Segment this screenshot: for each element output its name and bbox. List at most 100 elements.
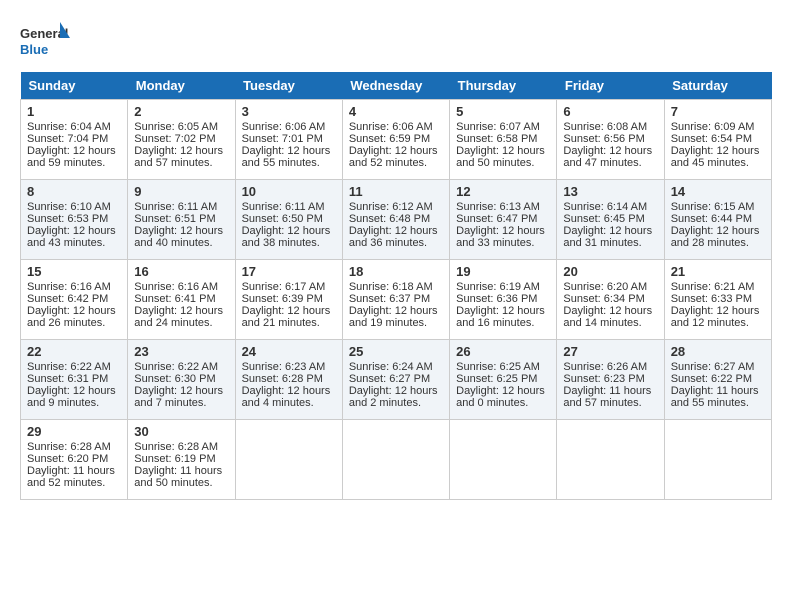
day-number: 1 (27, 104, 121, 119)
daylight-label: Daylight: 12 hours and 38 minutes. (242, 225, 331, 249)
sunset-label: Sunset: 6:59 PM (349, 133, 430, 145)
calendar-cell: 18 Sunrise: 6:18 AM Sunset: 6:37 PM Dayl… (342, 260, 449, 340)
sunset-label: Sunset: 7:04 PM (27, 133, 108, 145)
sunset-label: Sunset: 6:48 PM (349, 213, 430, 225)
day-number: 11 (349, 184, 443, 199)
calendar-cell: 20 Sunrise: 6:20 AM Sunset: 6:34 PM Dayl… (557, 260, 664, 340)
calendar-cell: 26 Sunrise: 6:25 AM Sunset: 6:25 PM Dayl… (450, 340, 557, 420)
sunrise-label: Sunrise: 6:27 AM (671, 361, 755, 373)
calendar-week-5: 29 Sunrise: 6:28 AM Sunset: 6:20 PM Dayl… (21, 420, 772, 500)
calendar-cell: 12 Sunrise: 6:13 AM Sunset: 6:47 PM Dayl… (450, 180, 557, 260)
calendar-week-3: 15 Sunrise: 6:16 AM Sunset: 6:42 PM Dayl… (21, 260, 772, 340)
daylight-label: Daylight: 12 hours and 7 minutes. (134, 385, 223, 409)
page-header: General Blue (20, 20, 772, 62)
calendar-cell (557, 420, 664, 500)
sunset-label: Sunset: 6:20 PM (27, 453, 108, 465)
sunrise-label: Sunrise: 6:08 AM (563, 121, 647, 133)
calendar-week-4: 22 Sunrise: 6:22 AM Sunset: 6:31 PM Dayl… (21, 340, 772, 420)
daylight-label: Daylight: 12 hours and 52 minutes. (349, 145, 438, 169)
sunrise-label: Sunrise: 6:25 AM (456, 361, 540, 373)
daylight-label: Daylight: 11 hours and 52 minutes. (27, 465, 115, 489)
day-number: 10 (242, 184, 336, 199)
calendar-cell (235, 420, 342, 500)
calendar-week-2: 8 Sunrise: 6:10 AM Sunset: 6:53 PM Dayli… (21, 180, 772, 260)
daylight-label: Daylight: 12 hours and 19 minutes. (349, 305, 438, 329)
sunrise-label: Sunrise: 6:14 AM (563, 201, 647, 213)
sunrise-label: Sunrise: 6:11 AM (242, 201, 325, 213)
daylight-label: Daylight: 12 hours and 59 minutes. (27, 145, 116, 169)
sunrise-label: Sunrise: 6:09 AM (671, 121, 755, 133)
sunset-label: Sunset: 6:47 PM (456, 213, 537, 225)
calendar-cell: 4 Sunrise: 6:06 AM Sunset: 6:59 PM Dayli… (342, 100, 449, 180)
calendar-cell: 1 Sunrise: 6:04 AM Sunset: 7:04 PM Dayli… (21, 100, 128, 180)
weekday-header-friday: Friday (557, 72, 664, 100)
daylight-label: Daylight: 12 hours and 9 minutes. (27, 385, 116, 409)
sunrise-label: Sunrise: 6:17 AM (242, 281, 326, 293)
weekday-header-sunday: Sunday (21, 72, 128, 100)
day-number: 21 (671, 264, 765, 279)
sunset-label: Sunset: 6:51 PM (134, 213, 215, 225)
day-number: 18 (349, 264, 443, 279)
day-number: 19 (456, 264, 550, 279)
sunrise-label: Sunrise: 6:19 AM (456, 281, 540, 293)
day-number: 27 (563, 344, 657, 359)
calendar-cell: 9 Sunrise: 6:11 AM Sunset: 6:51 PM Dayli… (128, 180, 235, 260)
sunset-label: Sunset: 6:28 PM (242, 373, 323, 385)
daylight-label: Daylight: 12 hours and 47 minutes. (563, 145, 652, 169)
sunrise-label: Sunrise: 6:20 AM (563, 281, 647, 293)
day-number: 20 (563, 264, 657, 279)
daylight-label: Daylight: 12 hours and 14 minutes. (563, 305, 652, 329)
calendar-cell: 5 Sunrise: 6:07 AM Sunset: 6:58 PM Dayli… (450, 100, 557, 180)
day-number: 22 (27, 344, 121, 359)
daylight-label: Daylight: 12 hours and 31 minutes. (563, 225, 652, 249)
day-number: 16 (134, 264, 228, 279)
sunset-label: Sunset: 6:45 PM (563, 213, 644, 225)
calendar-cell: 22 Sunrise: 6:22 AM Sunset: 6:31 PM Dayl… (21, 340, 128, 420)
weekday-header-monday: Monday (128, 72, 235, 100)
day-number: 3 (242, 104, 336, 119)
daylight-label: Daylight: 12 hours and 40 minutes. (134, 225, 223, 249)
calendar-cell: 28 Sunrise: 6:27 AM Sunset: 6:22 PM Dayl… (664, 340, 771, 420)
svg-text:Blue: Blue (20, 42, 48, 57)
daylight-label: Daylight: 12 hours and 50 minutes. (456, 145, 545, 169)
daylight-label: Daylight: 12 hours and 36 minutes. (349, 225, 438, 249)
sunrise-label: Sunrise: 6:13 AM (456, 201, 540, 213)
day-number: 14 (671, 184, 765, 199)
sunset-label: Sunset: 6:50 PM (242, 213, 323, 225)
daylight-label: Daylight: 12 hours and 0 minutes. (456, 385, 545, 409)
day-number: 5 (456, 104, 550, 119)
sunrise-label: Sunrise: 6:06 AM (349, 121, 433, 133)
calendar-cell: 23 Sunrise: 6:22 AM Sunset: 6:30 PM Dayl… (128, 340, 235, 420)
sunrise-label: Sunrise: 6:12 AM (349, 201, 433, 213)
day-number: 6 (563, 104, 657, 119)
calendar-cell: 14 Sunrise: 6:15 AM Sunset: 6:44 PM Dayl… (664, 180, 771, 260)
day-number: 9 (134, 184, 228, 199)
logo-svg: General Blue (20, 20, 70, 62)
sunset-label: Sunset: 6:54 PM (671, 133, 752, 145)
sunset-label: Sunset: 6:27 PM (349, 373, 430, 385)
weekday-header-tuesday: Tuesday (235, 72, 342, 100)
calendar-cell: 13 Sunrise: 6:14 AM Sunset: 6:45 PM Dayl… (557, 180, 664, 260)
weekday-header-wednesday: Wednesday (342, 72, 449, 100)
sunset-label: Sunset: 6:30 PM (134, 373, 215, 385)
calendar-cell: 27 Sunrise: 6:26 AM Sunset: 6:23 PM Dayl… (557, 340, 664, 420)
sunrise-label: Sunrise: 6:22 AM (134, 361, 218, 373)
sunset-label: Sunset: 6:23 PM (563, 373, 644, 385)
sunrise-label: Sunrise: 6:22 AM (27, 361, 111, 373)
daylight-label: Daylight: 12 hours and 33 minutes. (456, 225, 545, 249)
daylight-label: Daylight: 11 hours and 57 minutes. (563, 385, 651, 409)
sunrise-label: Sunrise: 6:07 AM (456, 121, 540, 133)
calendar-cell: 25 Sunrise: 6:24 AM Sunset: 6:27 PM Dayl… (342, 340, 449, 420)
sunrise-label: Sunrise: 6:06 AM (242, 121, 326, 133)
sunset-label: Sunset: 6:19 PM (134, 453, 215, 465)
calendar-cell (450, 420, 557, 500)
daylight-label: Daylight: 12 hours and 21 minutes. (242, 305, 331, 329)
daylight-label: Daylight: 12 hours and 57 minutes. (134, 145, 223, 169)
sunrise-label: Sunrise: 6:24 AM (349, 361, 433, 373)
sunrise-label: Sunrise: 6:16 AM (134, 281, 218, 293)
day-number: 17 (242, 264, 336, 279)
sunset-label: Sunset: 6:56 PM (563, 133, 644, 145)
logo: General Blue (20, 20, 70, 62)
calendar-cell: 3 Sunrise: 6:06 AM Sunset: 7:01 PM Dayli… (235, 100, 342, 180)
sunset-label: Sunset: 6:39 PM (242, 293, 323, 305)
